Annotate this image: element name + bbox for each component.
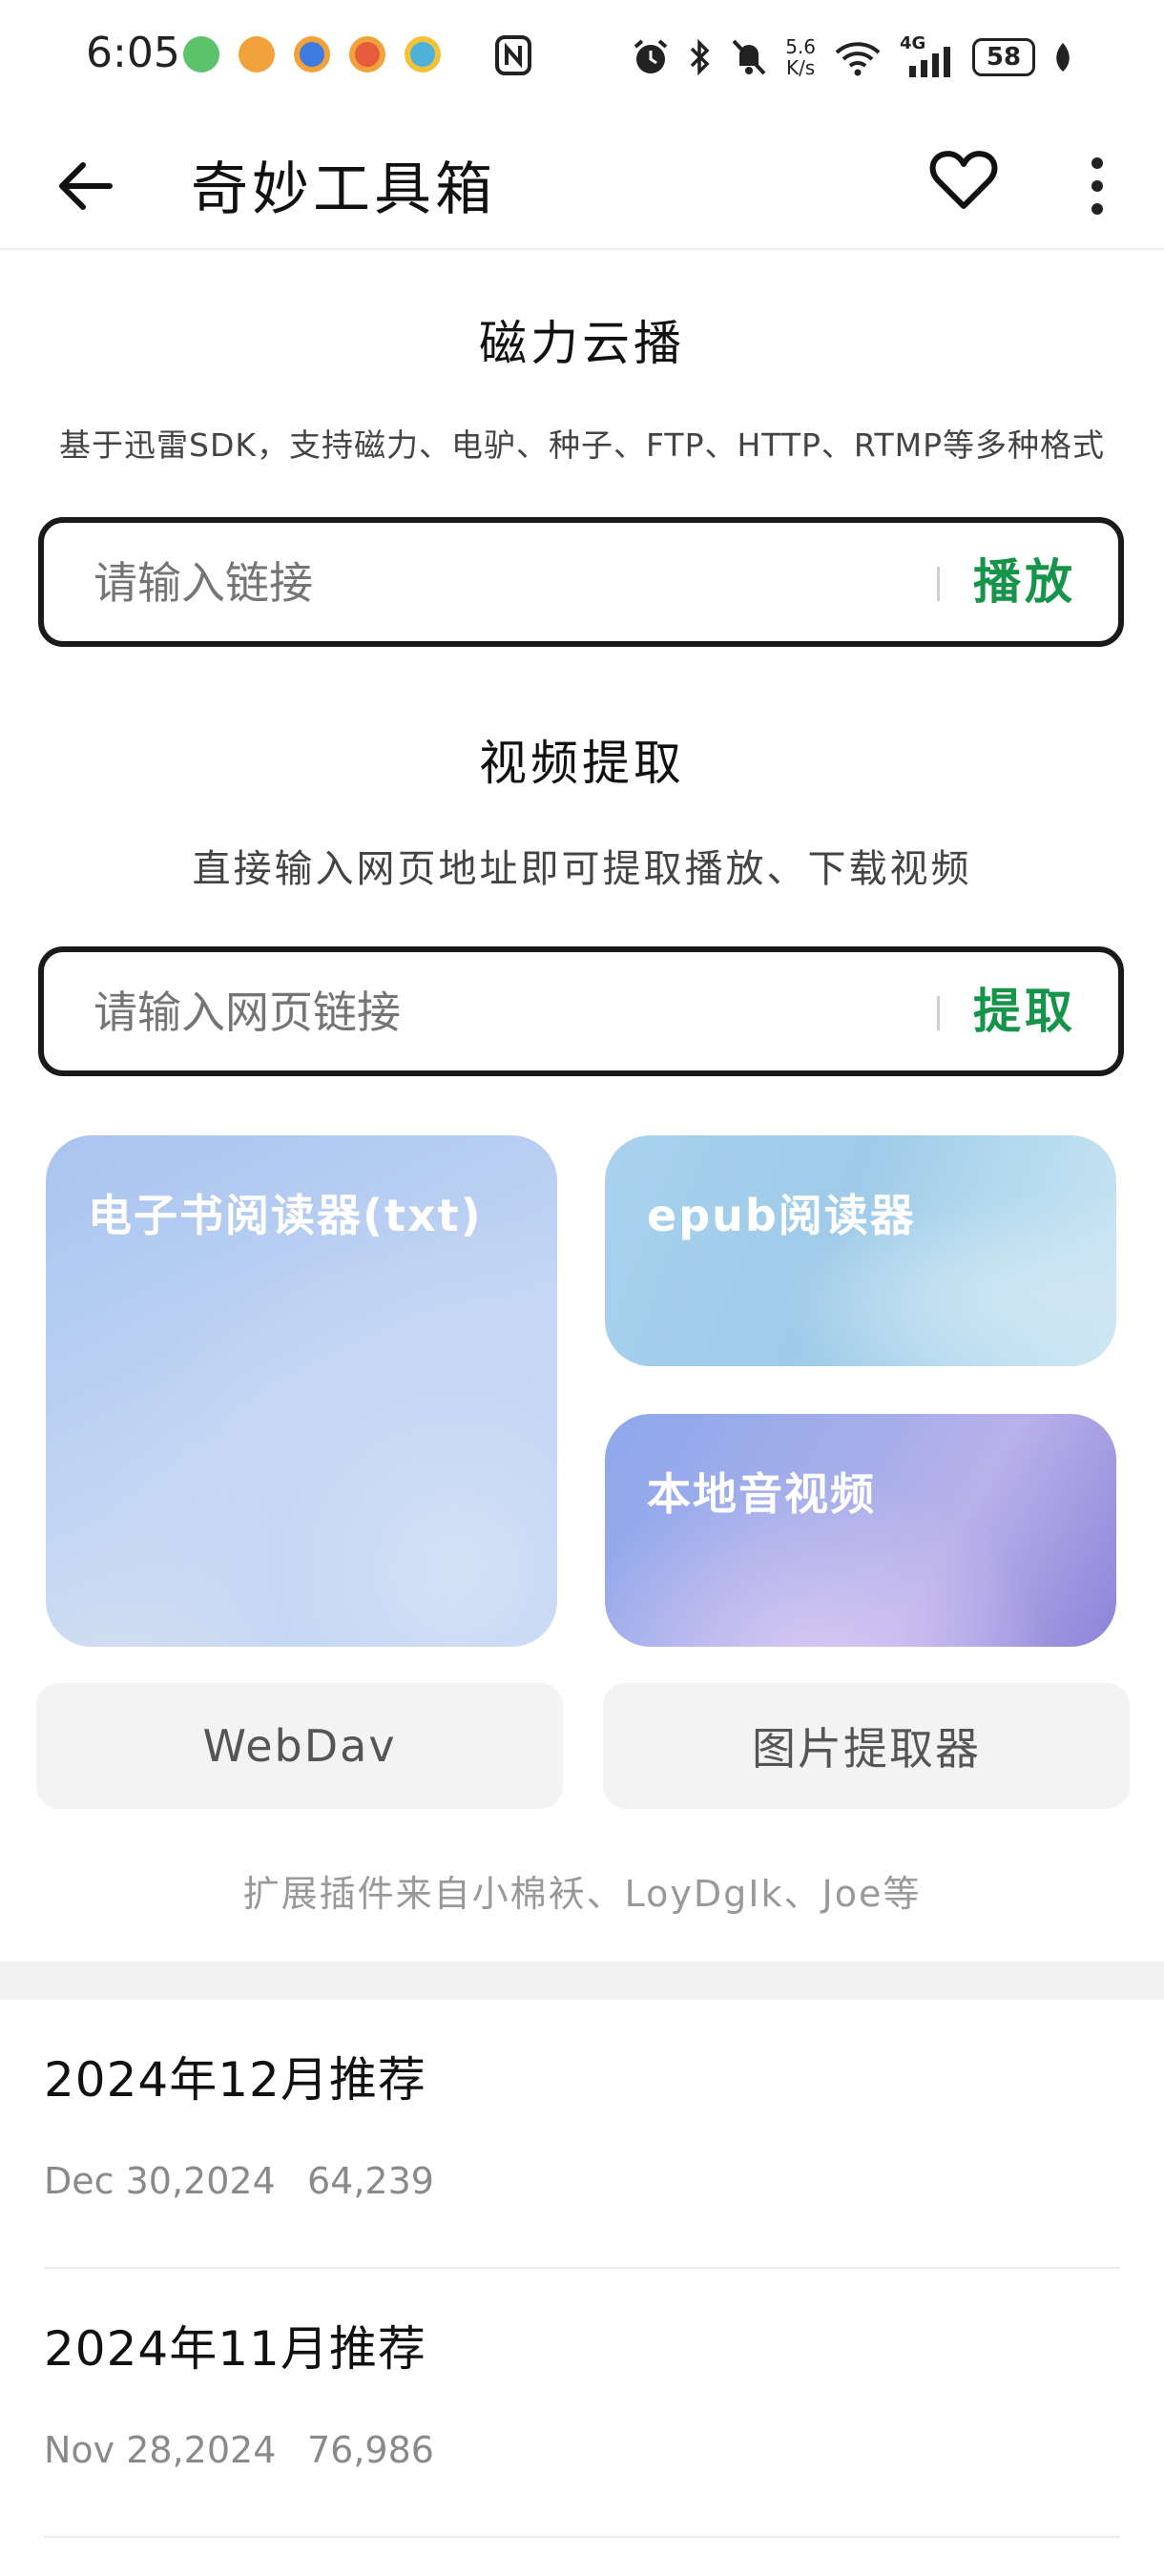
recommendation-views: 76,986: [307, 2429, 434, 2471]
magnet-section-title: 磁力云播: [479, 316, 685, 371]
webdav-button[interactable]: WebDav: [36, 1683, 563, 1809]
section-separator: [0, 1962, 1164, 2000]
bluetooth-icon: [690, 38, 710, 76]
input-divider: [937, 567, 940, 601]
list-divider: [44, 2536, 1120, 2538]
net-speed-value: 5.6: [785, 35, 816, 58]
net-speed-unit: K/s: [785, 56, 816, 79]
recommendation-date: Dec 30,2024: [44, 2160, 276, 2202]
net-speed: 5.6 K/s: [785, 36, 816, 78]
epub-reader-card[interactable]: epub阅读器: [605, 1135, 1116, 1366]
status-bar: 6:05 5.6 K/s 4G 58: [0, 0, 1164, 114]
image-extractor-button[interactable]: 图片提取器: [603, 1683, 1130, 1809]
cell-signal: 4G: [900, 33, 955, 77]
local-media-card[interactable]: 本地音视频: [605, 1414, 1116, 1647]
magnet-link-input[interactable]: [92, 523, 935, 643]
list-item[interactable]: 2024年11月推荐 Nov 28,2024 76,986: [0, 2269, 1164, 2538]
input-divider: [937, 996, 940, 1030]
more-vertical-icon[interactable]: [1069, 148, 1126, 224]
play-button[interactable]: 播放: [973, 523, 1076, 641]
battery-indicator: 58: [972, 38, 1035, 76]
recommendation-title: 2024年11月推荐: [44, 2321, 426, 2377]
video-link-input-box: 提取: [38, 946, 1124, 1076]
notification-app-icon-3: [294, 36, 330, 73]
list-item[interactable]: 2024年12月推荐 Dec 30,2024 64,239: [0, 2000, 1164, 2269]
epub-reader-label: epub阅读器: [647, 1190, 916, 1241]
page-title: 奇妙工具箱: [191, 156, 496, 223]
mute-bell-icon: [732, 39, 766, 75]
recommendation-views: 64,239: [307, 2160, 434, 2202]
status-right-group: 5.6 K/s 4G 58: [631, 29, 1073, 86]
local-media-label: 本地音视频: [647, 1468, 876, 1520]
ebook-reader-card[interactable]: 电子书阅读器(txt): [46, 1135, 557, 1647]
video-section-title: 视频提取: [479, 736, 685, 791]
back-arrow-icon[interactable]: [52, 153, 119, 219]
wifi-icon: [835, 42, 881, 76]
notification-app-icon-4: [349, 36, 385, 73]
signal-bars-icon: [909, 47, 950, 77]
favorite-heart-icon[interactable]: [925, 143, 1002, 219]
notification-app-icon-5: [405, 36, 441, 73]
leaf-icon: [1056, 43, 1070, 72]
status-time: 6:05: [86, 29, 180, 77]
magnet-link-input-box: 播放: [38, 517, 1124, 647]
extract-button[interactable]: 提取: [973, 952, 1076, 1070]
recommendation-title: 2024年12月推荐: [44, 2052, 426, 2108]
notification-app-icon-1: [183, 36, 219, 73]
recommendation-date: Nov 28,2024: [44, 2429, 277, 2471]
magnet-section-subtitle: 基于迅雷SDK，支持磁力、电驴、种子、FTP、HTTP、RTMP等多种格式: [59, 426, 1105, 464]
video-link-input[interactable]: [92, 952, 935, 1072]
alarm-icon: [634, 39, 668, 73]
ebook-reader-label: 电子书阅读器(txt): [88, 1190, 483, 1241]
nfc-icon: [495, 35, 531, 75]
video-section-subtitle: 直接输入网页地址即可提取播放、下载视频: [192, 847, 972, 891]
notification-qq-icon: [239, 36, 275, 73]
plugin-credit-text: 扩展插件来自小棉袄、LoyDgIk、Joe等: [242, 1873, 922, 1915]
